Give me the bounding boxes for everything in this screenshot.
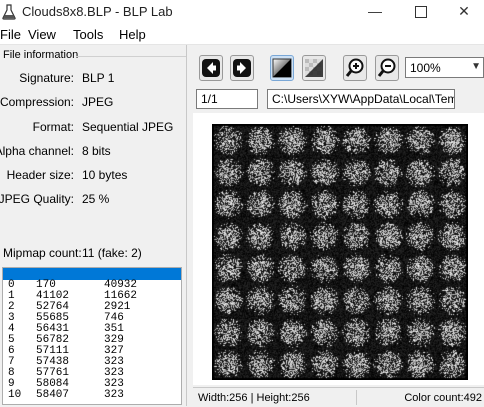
alpha-on-icon	[305, 59, 323, 77]
list-item[interactable]: 7 57438 323	[3, 357, 181, 368]
list-item[interactable]: 2 52764 2921	[3, 302, 181, 313]
format-value: Sequential JPEG	[82, 120, 174, 134]
jpeg-quality-value: 25 %	[82, 192, 110, 206]
zoom-in-icon	[345, 58, 364, 77]
mipmap-list[interactable]: # | offset: | size: 0 170 40932 1 41102 11662…	[2, 267, 182, 405]
texture-preview	[212, 124, 468, 380]
alpha-on-toggle[interactable]	[302, 55, 326, 81]
alpha-off-icon	[272, 58, 292, 78]
menu-help[interactable]: Help	[119, 27, 146, 42]
close-button[interactable]: ✕	[444, 0, 484, 24]
header-size-value: 10 bytes	[82, 168, 128, 182]
group-divider	[76, 56, 186, 57]
zoom-out-icon	[377, 58, 396, 77]
list-item[interactable]: 6 57111 327	[3, 346, 181, 357]
status-color-count: Color count:492	[404, 392, 482, 404]
flask-icon	[2, 4, 16, 20]
list-item[interactable]: 8 57761 323	[3, 368, 181, 379]
zoom-out-button[interactable]	[375, 55, 399, 81]
maximize-button[interactable]	[398, 0, 444, 24]
header-size-label: Header size:	[6, 168, 74, 182]
previous-button[interactable]	[199, 55, 223, 81]
window-title: Clouds8x8.BLP - BLP Lab	[22, 4, 173, 19]
mipmap-list-header[interactable]: # | offset: | size:	[3, 268, 181, 340]
menu-file[interactable]: File	[0, 27, 21, 42]
mipmap-index: 10	[8, 389, 22, 401]
zoom-value: 100%	[410, 61, 441, 75]
chevron-down-icon: ▼	[471, 61, 481, 72]
next-button[interactable]	[230, 55, 254, 81]
status-dimensions: Width:256 | Height:256	[198, 392, 310, 404]
list-item[interactable]: 3 55685 746	[3, 313, 181, 324]
compression-value: JPEG	[82, 95, 114, 109]
zoom-in-button[interactable]	[343, 55, 367, 81]
frame-value: 1/1	[201, 92, 218, 106]
mipmap-size: 323	[104, 389, 124, 401]
mipmap-offset: 58407	[36, 389, 70, 401]
status-divider	[356, 390, 357, 405]
list-item[interactable]: 1 41102 11662	[3, 291, 181, 302]
alpha-channel-value: 8 bits	[82, 144, 111, 158]
maximize-icon	[415, 6, 427, 18]
file-info-group-title: File information	[3, 49, 79, 61]
list-item[interactable]: 4 56431 351	[3, 324, 181, 335]
menu-tools[interactable]: Tools	[73, 27, 103, 42]
preview-area[interactable]	[193, 113, 484, 385]
alpha-off-toggle[interactable]	[270, 55, 294, 81]
jpeg-quality-label: JPEG Quality:	[0, 192, 74, 206]
signature-value: BLP 1	[82, 71, 115, 85]
arrow-left-icon	[202, 59, 220, 77]
frame-field[interactable]: 1/1	[196, 89, 258, 109]
list-item[interactable]: 5 56782 329	[3, 335, 181, 346]
menu-bar: File View Tools Help	[0, 24, 484, 45]
status-bar: Width:256 | Height:256 Color count:492	[193, 387, 484, 407]
signature-label: Signature:	[19, 71, 74, 85]
mipmap-count-value: 11 (fake: 2)	[82, 246, 142, 260]
path-value: C:\Users\XYW\AppData\Local\Temp	[272, 92, 455, 106]
list-item[interactable]: 10 58407 323	[3, 390, 181, 401]
menu-view[interactable]: View	[28, 27, 56, 42]
minimize-button[interactable]: —	[352, 0, 398, 24]
alpha-channel-label: Alpha channel:	[0, 144, 74, 158]
info-panel: File information Signature: BLP 1 Compre…	[0, 45, 187, 406]
compression-label: Compression:	[0, 95, 74, 109]
arrow-right-icon	[233, 59, 251, 77]
list-item[interactable]: 0 170 40932	[3, 280, 181, 291]
mipmap-count-label: Mipmap count:	[3, 246, 82, 260]
list-item[interactable]: 9 58084 323	[3, 379, 181, 390]
title-bar: Clouds8x8.BLP - BLP Lab — ✕	[0, 0, 484, 24]
format-label: Format:	[32, 120, 74, 134]
path-field[interactable]: C:\Users\XYW\AppData\Local\Temp	[267, 89, 455, 109]
zoom-select[interactable]: 100% ▼	[405, 57, 484, 78]
